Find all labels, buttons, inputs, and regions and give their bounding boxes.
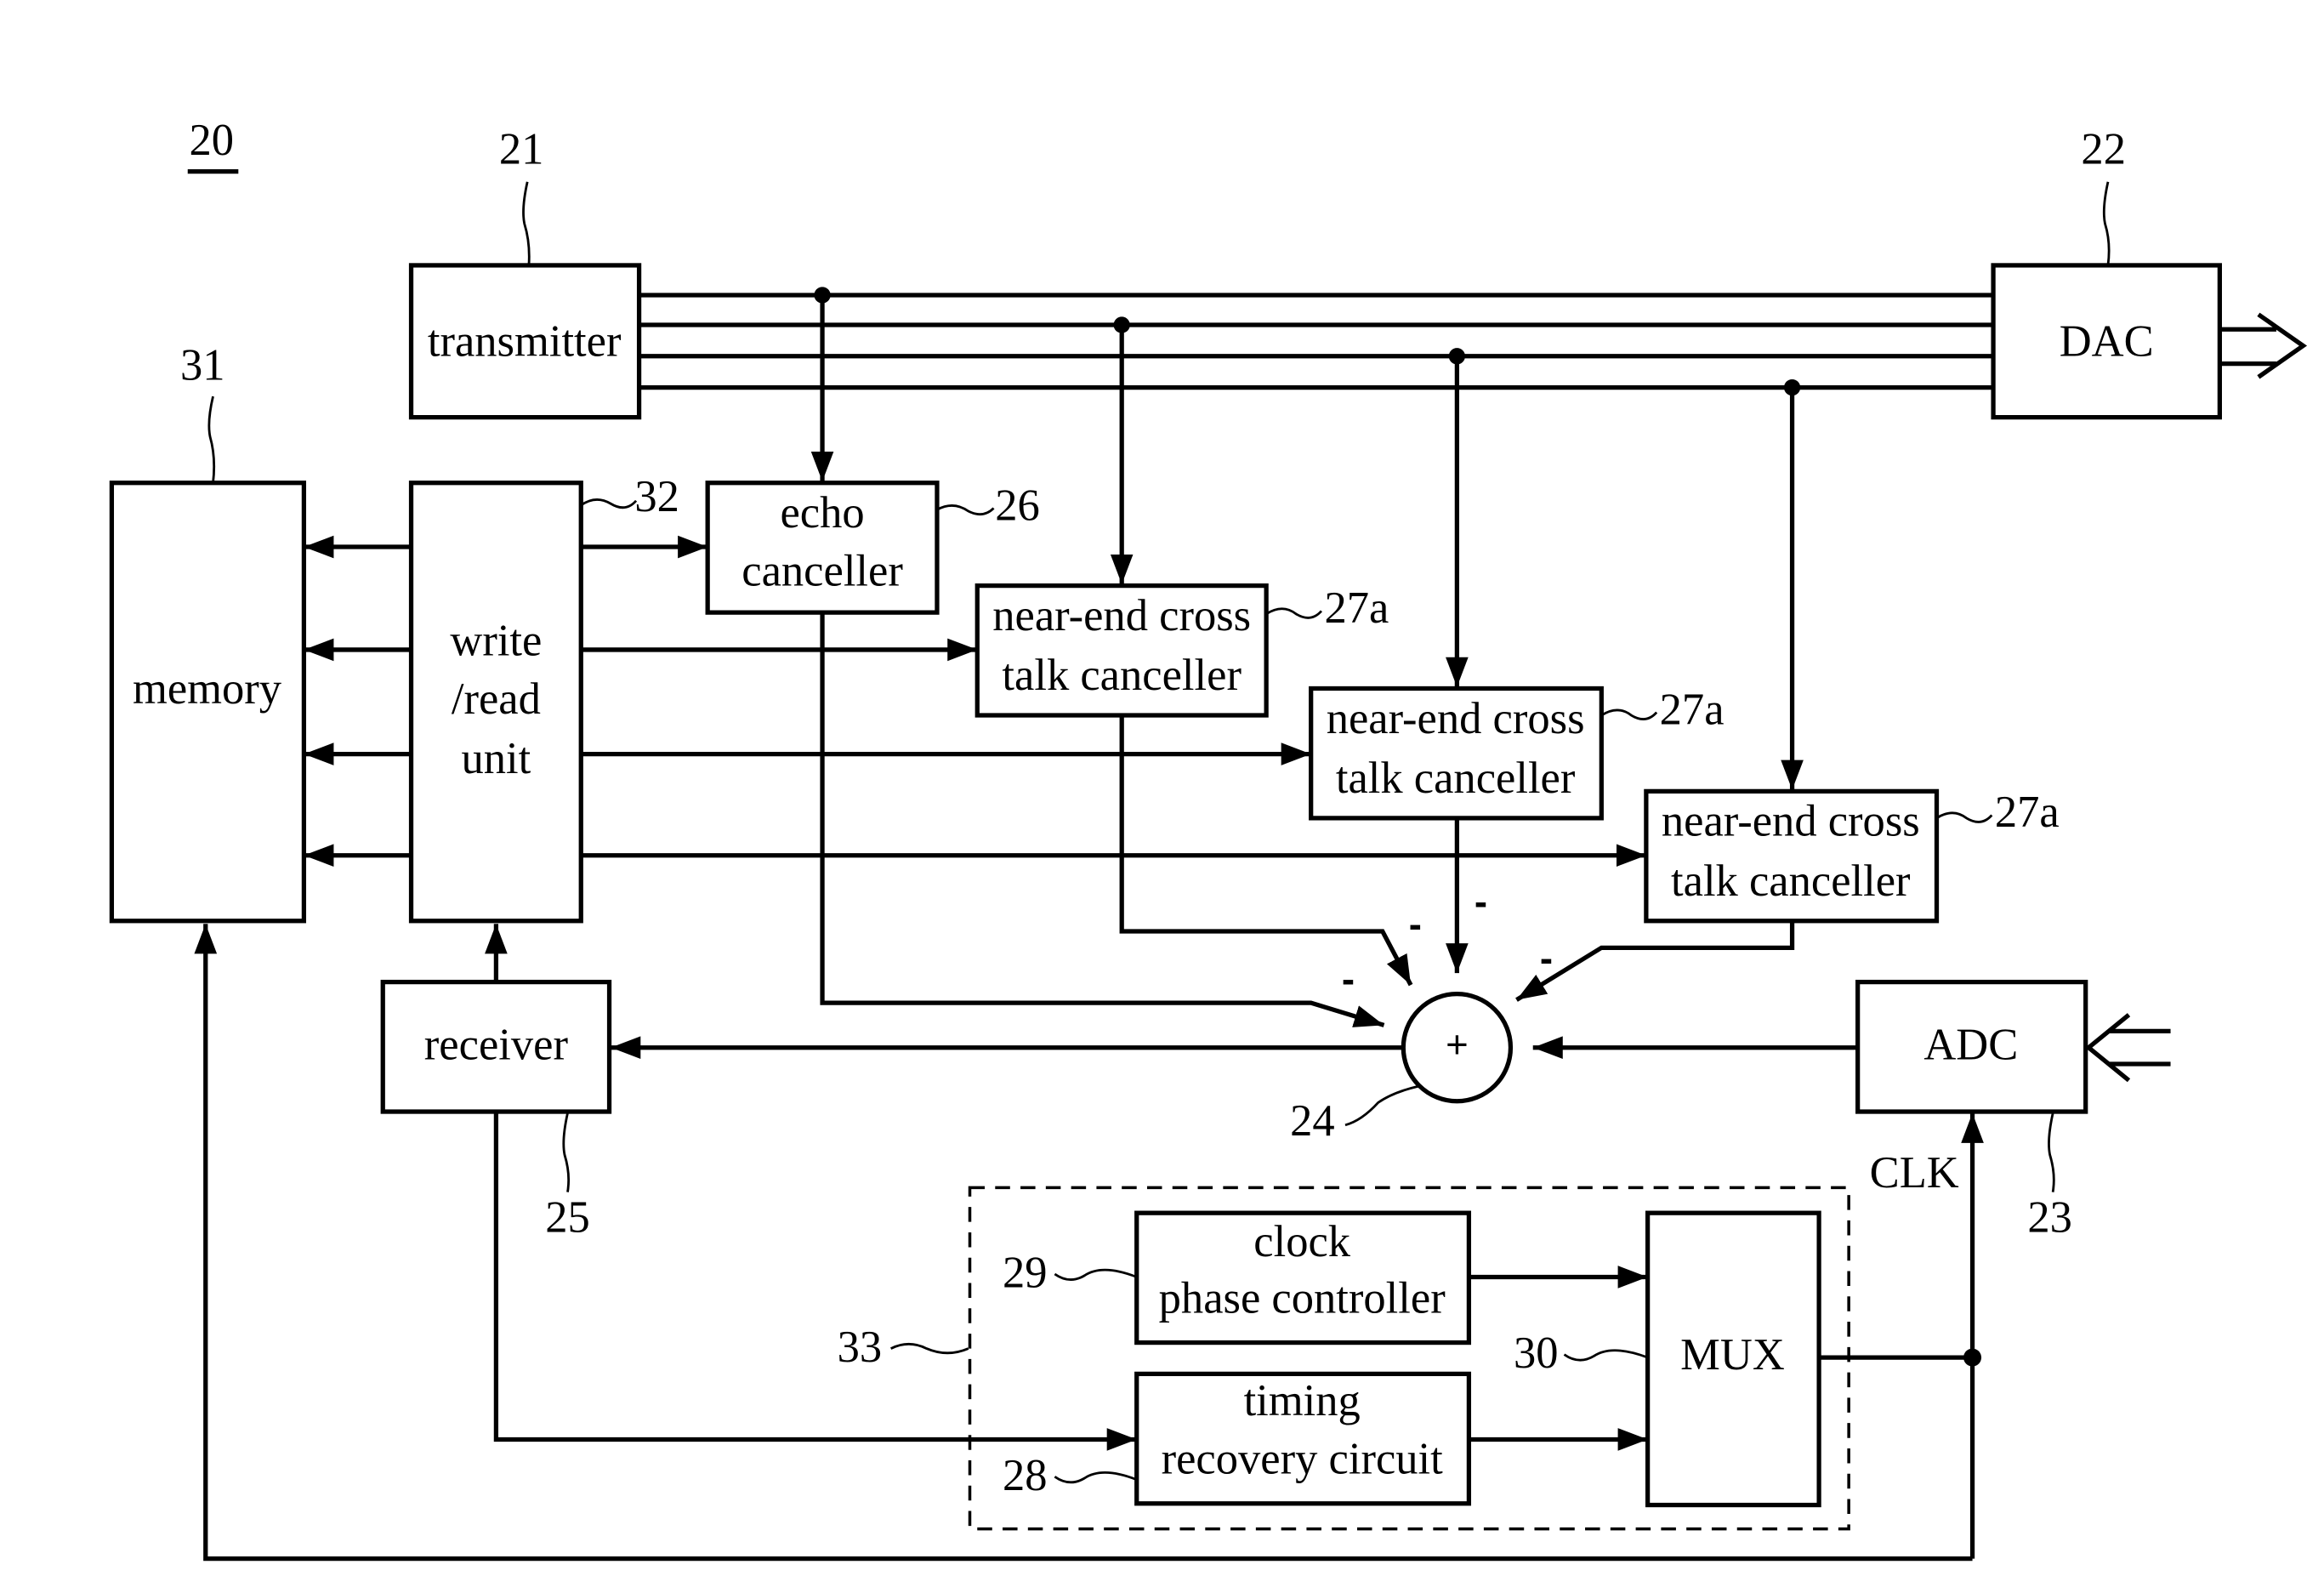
leader-line: [207, 395, 216, 483]
echo-canceller-label-line-2: canceller: [742, 546, 903, 595]
dac-label: DAC: [2060, 317, 2154, 367]
ref-next-canceller-2: 27a: [1660, 685, 1725, 734]
memory-label: memory: [133, 664, 282, 714]
sign-next1-input: -: [1409, 902, 1422, 946]
summing-junction: +: [1401, 992, 1514, 1104]
ref-write-read-unit: 32: [634, 472, 679, 521]
ref-transmitter: 21: [499, 125, 544, 174]
write-read-label-line-1: write: [450, 617, 542, 666]
write-read-label-line-3: unit: [462, 734, 531, 783]
sign-echo-input: -: [1342, 958, 1355, 1001]
sign-next2-input: -: [1475, 880, 1487, 924]
next-canceller-1-label-line-2: talk canceller: [1002, 651, 1242, 700]
echo-canceller-label-line-1: echo: [780, 488, 864, 538]
clock-phase-controller-label-line-2: phase controller: [1159, 1273, 1446, 1323]
leader-line: [562, 1112, 571, 1192]
summer-plus-symbol: +: [1446, 1023, 1469, 1067]
ref-clock-phase-controller: 29: [1003, 1249, 1048, 1298]
echo-canceller-block: echo canceller: [705, 481, 940, 615]
next-canceller-2-block: near-end cross talk canceller: [1309, 686, 1604, 821]
next-canceller-3-block: near-end cross talk canceller: [1644, 788, 1940, 924]
junction-dot: [1113, 316, 1130, 333]
ref-clock-group: 33: [838, 1323, 883, 1372]
next-canceller-2-label-line-2: talk canceller: [1336, 754, 1576, 803]
mux-block: MUX: [1645, 1210, 1821, 1508]
leader-line: [522, 181, 531, 266]
transmitter-block: transmitter: [408, 263, 642, 420]
write-read-label-line-2: /read: [452, 674, 541, 724]
sign-next3-input: -: [1540, 936, 1553, 980]
timing-recovery-label-line-2: recovery circuit: [1162, 1435, 1444, 1484]
junction-dot: [1963, 1348, 1982, 1367]
junction-dot: [814, 287, 831, 304]
timing-recovery-label-line-1: timing: [1244, 1376, 1361, 1425]
leader-line: [580, 498, 638, 509]
summer-input-signs: - - - -: [1342, 880, 1553, 1001]
junction-dot: [1448, 348, 1466, 365]
leader-line: [890, 1342, 969, 1355]
clk-signal-label: CLK: [1870, 1148, 1959, 1198]
ref-next-canceller-3: 27a: [1995, 788, 2060, 837]
adc-input-arrow-icon: [2085, 1013, 2171, 1083]
dac-output-arrow-icon: [2219, 312, 2308, 379]
ref-receiver: 25: [545, 1193, 590, 1243]
leader-line: [936, 504, 995, 516]
next-canceller-3-label-line-2: talk canceller: [1671, 856, 1911, 906]
ref-mux: 30: [1514, 1328, 1559, 1378]
mux-label: MUX: [1680, 1330, 1785, 1380]
next-canceller-3-label-line-1: near-end cross: [1662, 797, 1920, 846]
block-diagram: 20 transmitter DAC memory write /read un…: [109, 116, 2308, 1562]
receiver-block: receiver: [380, 979, 612, 1114]
leader-line: [1054, 1471, 1138, 1484]
figure-ref-number: 20: [189, 116, 234, 165]
ref-timing-recovery: 28: [1003, 1451, 1048, 1500]
ref-adc: 23: [2027, 1193, 2072, 1243]
leader-line: [1054, 1268, 1138, 1281]
junction-dot: [1783, 378, 1801, 396]
adc-block: ADC: [1855, 979, 2088, 1114]
clock-phase-controller-label-line-1: clock: [1253, 1217, 1351, 1266]
leader-line: [2102, 181, 2111, 266]
next-canceller-1-label-line-1: near-end cross: [992, 591, 1251, 640]
leader-line: [1600, 708, 1658, 720]
leader-line: [1935, 811, 1993, 823]
ref-echo-canceller: 26: [995, 481, 1040, 530]
leader-line: [1344, 1084, 1419, 1127]
ref-summer: 24: [1290, 1096, 1335, 1146]
ref-next-canceller-1: 27a: [1324, 583, 1389, 633]
write-read-unit-block: write /read unit: [408, 481, 583, 924]
transmitter-label: transmitter: [428, 317, 622, 367]
leader-line: [1563, 1349, 1649, 1362]
adc-label: ADC: [1923, 1021, 2018, 1070]
memory-block: memory: [109, 481, 307, 924]
ref-memory: 31: [180, 341, 225, 390]
leader-line: [2048, 1112, 2055, 1192]
next3-to-summer: [1515, 920, 1795, 1002]
next-canceller-2-label-line-1: near-end cross: [1327, 694, 1585, 743]
timing-recovery-circuit-block: timing recovery circuit: [1134, 1371, 1472, 1506]
ref-dac: 22: [2081, 125, 2126, 174]
next-canceller-1-block: near-end cross talk canceller: [974, 583, 1269, 718]
receiver-label: receiver: [424, 1021, 569, 1070]
dac-block: DAC: [1991, 263, 2222, 420]
leader-line: [1265, 607, 1323, 619]
figure-ref: 20: [187, 116, 239, 174]
clock-phase-controller-block: clock phase controller: [1134, 1210, 1472, 1346]
